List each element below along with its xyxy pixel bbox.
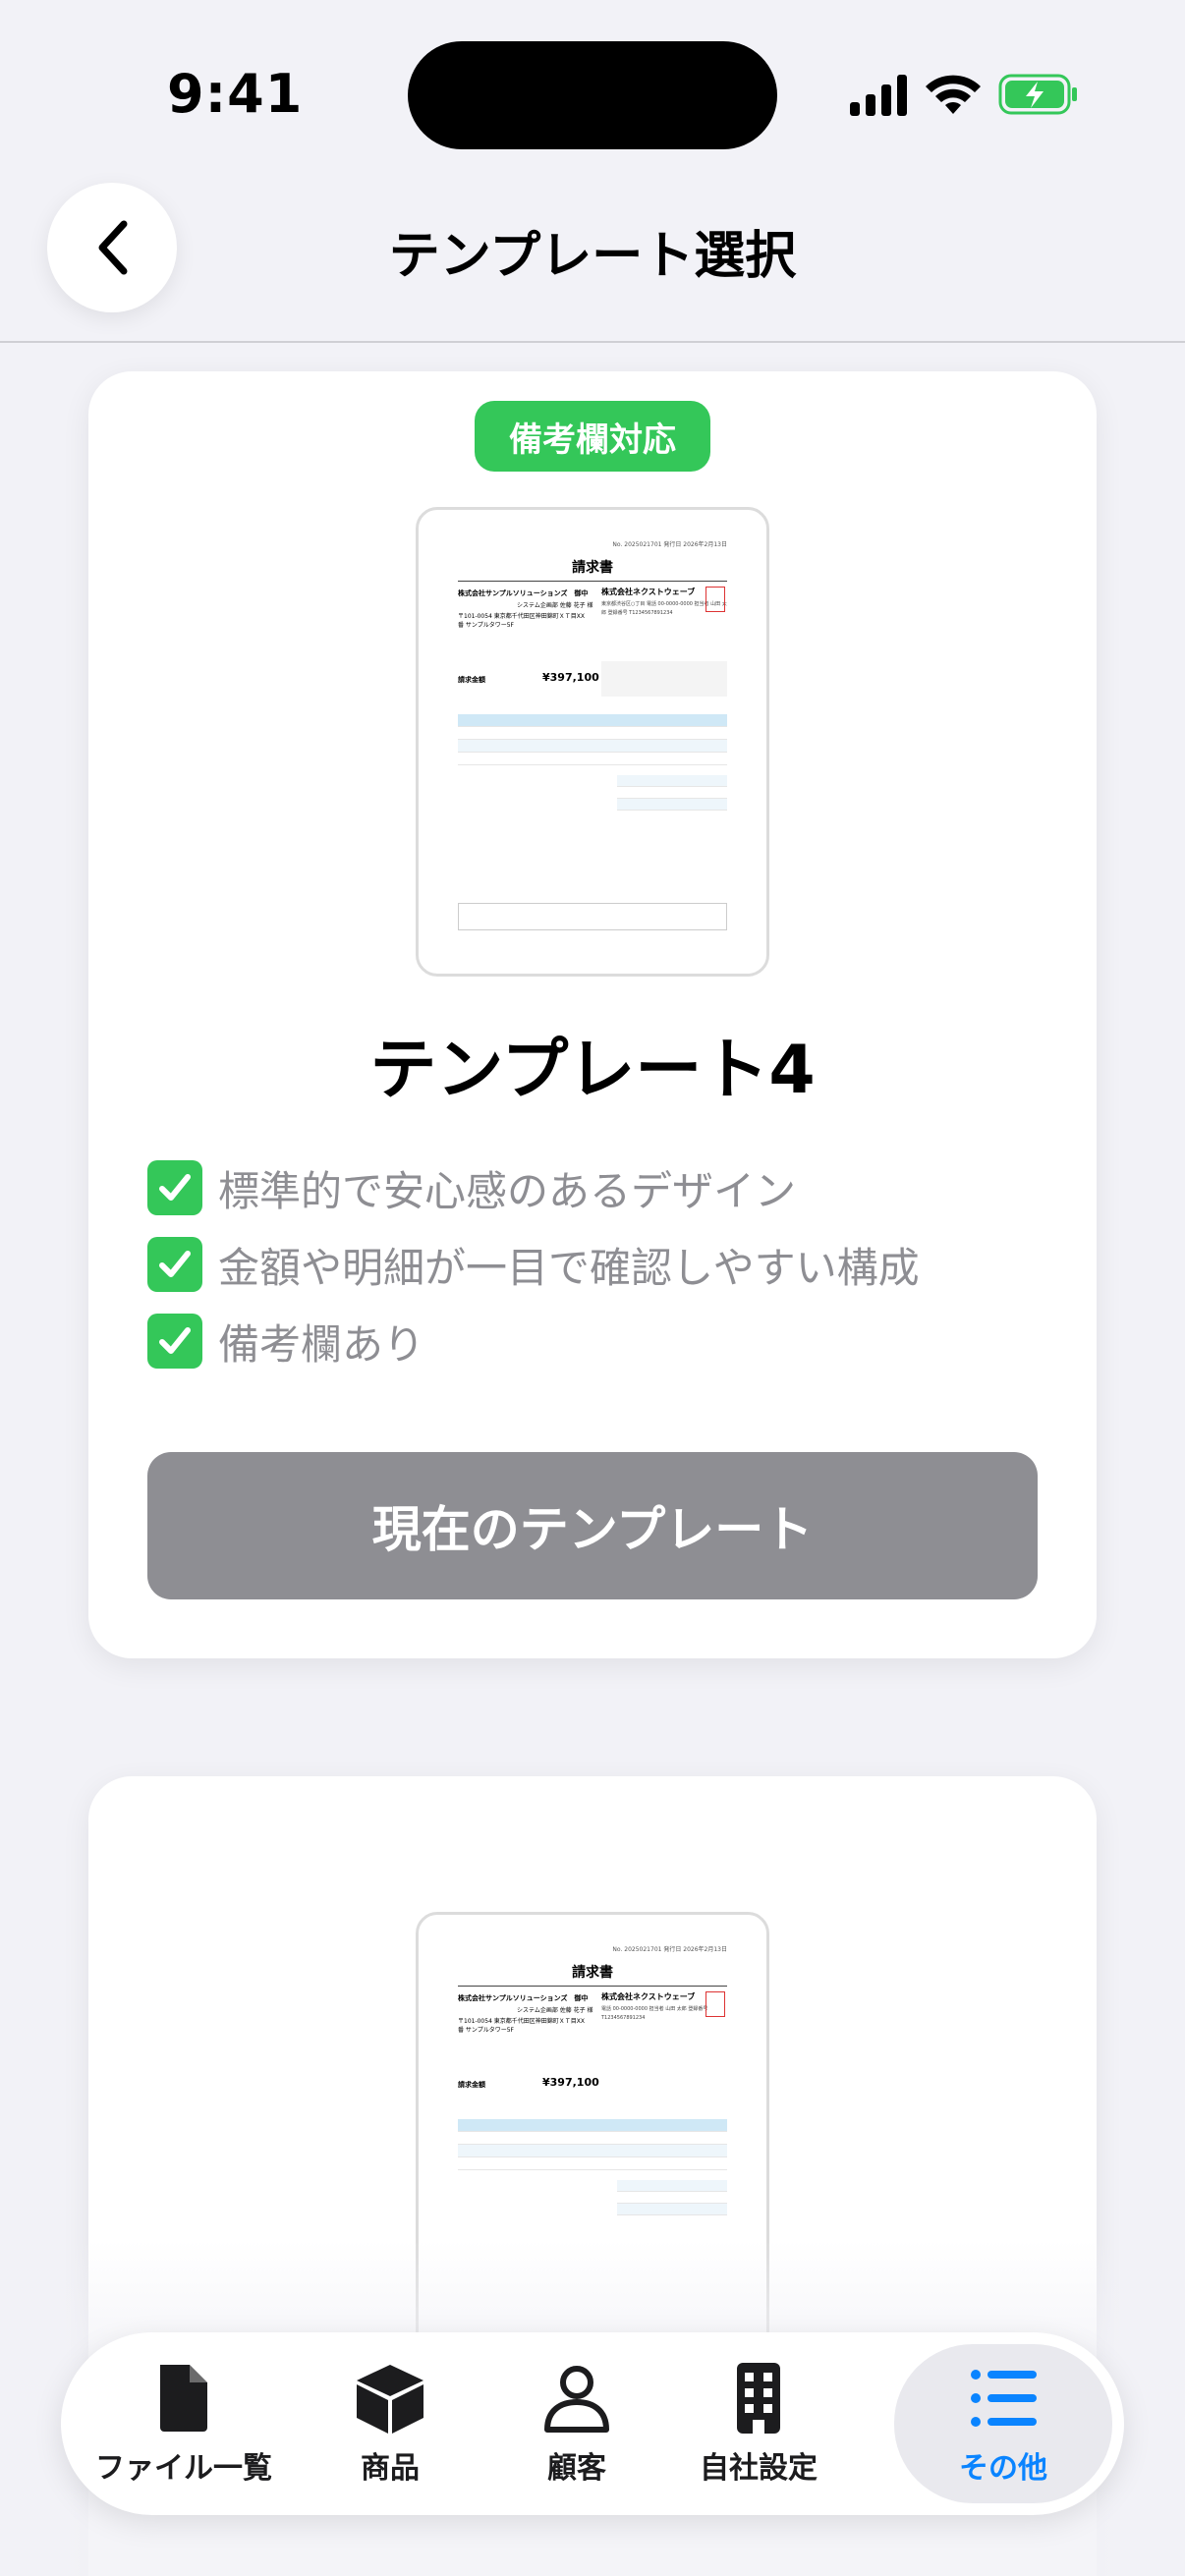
preview-remarks-box <box>458 903 727 930</box>
wifi-icon <box>926 75 981 114</box>
feature-list: 標準的で安心感のあるデザイン 金額や明細が一目で確認しやすい構成 備考欄あり <box>147 1149 920 1379</box>
battery-charging-icon <box>998 74 1077 115</box>
preview-client-contact: システム企画部 佐藤 花子 様 <box>517 602 593 609</box>
preview-doc-title: 請求書 <box>572 560 613 576</box>
feature-item: 標準的で安心感のあるデザイン <box>147 1149 920 1226</box>
preview-client-address: 〒101-0054 東京都千代田区神田錦町ＸＴ目XX番 サンプルタワー5F <box>458 613 586 629</box>
check-icon <box>147 1314 202 1369</box>
tab-company-settings[interactable]: 自社設定 <box>675 2332 842 2515</box>
preview-doc-title: 請求書 <box>572 1965 613 1981</box>
list-icon <box>971 2370 1037 2427</box>
template-title: テンプレート4 <box>369 1032 816 1109</box>
preview-rule <box>458 1986 727 1987</box>
preview-rule <box>458 581 727 582</box>
tab-label: 商品 <box>361 2451 420 2486</box>
tab-bar: ファイル一覧 商品 顧客 自社設定 その他 <box>61 2332 1124 2515</box>
status-time: 9:41 <box>167 63 304 125</box>
document-icon <box>160 2365 207 2432</box>
feature-item: 備考欄あり <box>147 1303 920 1379</box>
preview-summary <box>617 775 727 811</box>
page-title: テンプレート選択 <box>388 227 797 286</box>
preview-summary <box>617 2180 727 2215</box>
preview-header-meta: No. 2025021701 発行日 2026年2月13日 <box>612 1946 727 1953</box>
tab-label: ファイル一覧 <box>95 2451 272 2486</box>
template-preview[interactable]: No. 2025021701 発行日 2026年2月13日 請求書 株式会社サン… <box>416 507 769 977</box>
tab-customers[interactable]: 顧客 <box>498 2332 655 2515</box>
person-icon <box>544 2366 609 2433</box>
preview-stamp <box>705 1991 725 2017</box>
preview-header-meta: No. 2025021701 発行日 2026年2月13日 <box>612 541 727 548</box>
preview-total: ¥397,100 <box>542 2076 599 2089</box>
preview-items-table <box>458 714 727 765</box>
tab-file-list[interactable]: ファイル一覧 <box>81 2332 287 2515</box>
feature-item: 金額や明細が一目で確認しやすい構成 <box>147 1226 920 1303</box>
status-bar: 9:41 <box>0 0 1185 187</box>
check-icon <box>147 1160 202 1215</box>
dynamic-island <box>408 41 777 149</box>
preview-client-address: 〒101-0054 東京都千代田区神田錦町ＸＴ目XX番 サンプルタワー5F <box>458 2018 586 2034</box>
remarks-support-badge: 備考欄対応 <box>475 401 710 472</box>
tab-products[interactable]: 商品 <box>307 2332 474 2515</box>
cellular-signal-icon <box>850 75 907 116</box>
template-card[interactable]: 備考欄対応 No. 2025021701 発行日 2026年2月13日 請求書 … <box>88 371 1097 1658</box>
current-template-button[interactable]: 現在のテンプレート <box>147 1452 1038 1599</box>
check-icon <box>147 1237 202 1292</box>
feature-text: 金額や明細が一目で確認しやすい構成 <box>218 1243 920 1292</box>
preview-client: 株式会社サンプルソリューションズ 御中 <box>458 1994 589 2002</box>
box-icon <box>357 2365 423 2434</box>
nav-divider <box>0 341 1185 343</box>
feature-text: 備考欄あり <box>218 1319 425 1369</box>
preview-bank-box <box>601 661 727 697</box>
feature-text: 標準的で安心感のあるデザイン <box>218 1166 797 1215</box>
preview-total-label: 請求金額 <box>458 676 485 684</box>
preview-client: 株式会社サンプルソリューションズ 御中 <box>458 589 589 597</box>
preview-total: ¥397,100 <box>542 671 599 684</box>
preview-client-contact: システム企画部 佐藤 花子 様 <box>517 2007 593 2014</box>
preview-seller: 株式会社ネクストウェーブ <box>601 1992 696 2001</box>
preview-items-table <box>458 2119 727 2170</box>
preview-total-label: 請求金額 <box>458 2081 485 2089</box>
tab-label: その他 <box>959 2451 1047 2486</box>
building-icon <box>737 2363 780 2434</box>
tab-label: 自社設定 <box>700 2451 818 2486</box>
preview-stamp <box>705 587 725 612</box>
tab-other[interactable]: その他 <box>894 2344 1112 2503</box>
preview-seller: 株式会社ネクストウェーブ <box>601 588 696 596</box>
tab-label: 顧客 <box>547 2451 606 2486</box>
